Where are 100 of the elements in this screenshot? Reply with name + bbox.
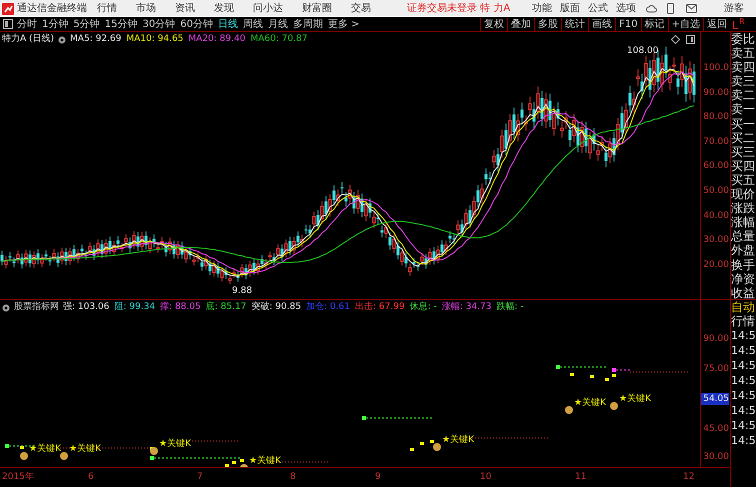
quote-field-label: 卖三: [731, 74, 756, 88]
user-name[interactable]: 游客: [724, 1, 744, 16]
toolbar-button[interactable]: F10: [615, 18, 641, 30]
menu-item[interactable]: 版面: [560, 1, 580, 16]
toolbar-button[interactable]: 多股: [534, 18, 562, 30]
message-icon[interactable]: [686, 4, 698, 13]
quote-field-label: 买一: [731, 116, 756, 131]
quote-field-label: 委比: [731, 32, 756, 46]
toolbar-button[interactable]: 返回: [703, 18, 730, 30]
low-price-label: 9.88: [232, 285, 252, 298]
period-tab[interactable]: 5分钟: [73, 16, 100, 32]
menu-item[interactable]: 选项: [616, 1, 636, 16]
signal-label: ★关键K: [69, 443, 101, 456]
date-axis-label: 7: [197, 471, 203, 484]
period-tab[interactable]: 周线: [242, 16, 263, 32]
trade-time: 14:5: [731, 373, 756, 388]
indicator-value: 跌幅: -: [496, 301, 524, 314]
signal-label: ★关键K: [249, 455, 281, 468]
trade-time: 14:5: [731, 343, 756, 358]
quote-field-label: 涨跌: [731, 201, 756, 216]
toolbar-button[interactable]: 画线: [588, 18, 616, 30]
period-tab[interactable]: 月线: [268, 16, 288, 32]
window-icon[interactable]: [686, 35, 695, 44]
menu-item[interactable]: 功能: [532, 1, 552, 16]
period-tab[interactable]: 1分钟: [42, 16, 68, 32]
period-tab[interactable]: 多周期: [292, 16, 323, 32]
toolbar-button[interactable]: 叠加: [507, 18, 534, 30]
logo-icon: [2, 2, 14, 14]
indicator-value: 底: 85.17: [206, 301, 246, 314]
quote-field-label: 外盘: [731, 243, 756, 258]
period-tab[interactable]: 更多 >: [328, 16, 360, 32]
period-tab[interactable]: 30分钟: [142, 16, 176, 32]
diamond-icon[interactable]: [671, 35, 680, 44]
level2-logo-letter[interactable]: L: [732, 20, 738, 30]
level2-logo-letter[interactable]: R: [739, 18, 745, 26]
cloud-icon[interactable]: [646, 4, 658, 14]
price-axis-label: 90.00: [702, 86, 730, 100]
price-axis-label: 80.00: [702, 111, 730, 124]
toolbar-button[interactable]: 复权: [480, 18, 508, 30]
price-axis-label: 40.00: [702, 210, 730, 223]
quote-field-label: 买三: [731, 144, 756, 159]
date-axis-label: 8: [290, 471, 296, 484]
indicator-value: 撑: 88.05: [160, 301, 201, 314]
gear-icon[interactable]: [2, 304, 10, 312]
quote-field-label: 换手: [731, 258, 756, 272]
date-axis-label: 6: [88, 471, 94, 484]
quote-field-label: 卖四: [731, 60, 756, 74]
current-value-label: 54.05: [701, 393, 729, 405]
indicator-value: 加仓: 0.61: [306, 301, 350, 314]
quote-field-label: 买四: [731, 158, 756, 173]
quote-field-label: 净资: [731, 272, 756, 286]
indicator-value: 强: 103.06: [63, 301, 110, 314]
price-axis-label: 30.00: [702, 234, 730, 248]
quote-field-label: 卖二: [731, 88, 756, 102]
price-axis-label: 60.00: [702, 160, 730, 174]
indicator-name: 股票指标网: [14, 301, 59, 314]
menu-item[interactable]: 交易: [351, 1, 371, 16]
gear-icon[interactable]: [58, 36, 66, 44]
toolbar-button[interactable]: +自选: [668, 18, 703, 30]
period-tab[interactable]: 分时: [17, 16, 37, 32]
moving-average-value: MA10: 94.65: [126, 33, 184, 46]
menu-item[interactable]: 公式: [588, 1, 608, 16]
menu-item[interactable]: 资讯: [175, 1, 195, 16]
date-axis-label: 9: [375, 471, 381, 484]
quote-field-label: 卖一: [731, 102, 756, 117]
menu-item[interactable]: 问小达: [253, 1, 283, 16]
moving-average-value: MA5: 92.69: [70, 33, 122, 46]
trade-time: 14:5: [731, 418, 756, 434]
date-axis-label: 10: [480, 471, 492, 484]
quote-field-label: 收益: [731, 286, 756, 300]
period-tab[interactable]: 15分钟: [104, 16, 138, 32]
date-axis-label: 2015年: [2, 471, 34, 484]
period-tab[interactable]: 60分钟: [180, 16, 213, 32]
toolbar-button[interactable]: 统计: [561, 18, 588, 30]
indicator-value: 阻: 99.34: [114, 301, 156, 314]
quote-field-label: 总量: [731, 229, 756, 244]
menu-item[interactable]: 市场: [136, 1, 156, 16]
login-status: 证券交易未登录 特 力A: [407, 2, 510, 16]
menu-item[interactable]: 行情: [97, 1, 117, 16]
indicator-value: 休息: -: [410, 301, 437, 314]
panel-toggle-icon[interactable]: [3, 19, 13, 29]
phone-icon[interactable]: [667, 3, 674, 14]
price-axis-label: 50.00: [702, 184, 730, 198]
indicator-axis-label: 30.00: [703, 451, 729, 463]
date-axis-label: 12: [683, 471, 694, 484]
price-axis-label: 70.00: [702, 136, 730, 149]
menu-item[interactable]: 发现: [214, 1, 234, 16]
panel-tab[interactable]: 行情: [731, 314, 756, 328]
quote-field-label: 涨幅: [731, 215, 756, 230]
menu-item[interactable]: 财富圈: [302, 1, 332, 16]
signal-label: ★关键K: [159, 438, 191, 451]
price-axis-label: 100.0: [702, 62, 730, 75]
panel-tab[interactable]: 自动: [731, 300, 756, 314]
indicator-axis-label: 90.00: [703, 333, 729, 345]
moving-average-value: MA20: 89.40: [188, 33, 246, 46]
signal-label: ★关键K: [619, 393, 651, 406]
indicator-value: 出击: 67.99: [355, 301, 405, 314]
period-tab[interactable]: 日线: [218, 16, 238, 32]
trade-time: 14:5: [731, 403, 756, 418]
toolbar-button[interactable]: 标记: [640, 18, 668, 30]
